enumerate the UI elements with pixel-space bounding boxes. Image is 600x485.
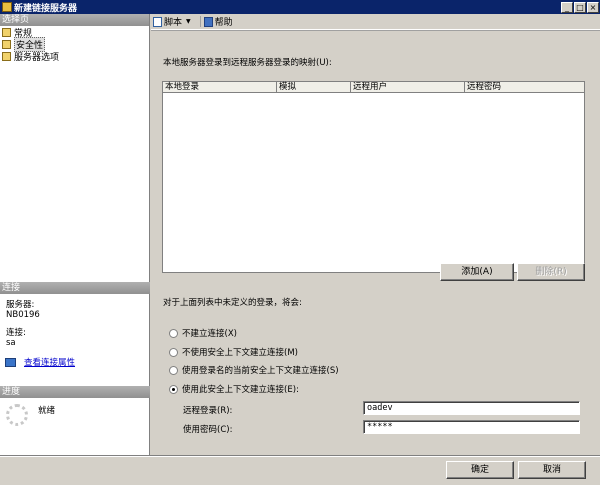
connection-label: 连接: bbox=[6, 328, 26, 338]
connection-header: 连接 bbox=[0, 282, 150, 294]
password-label: 使用密码(C): bbox=[183, 425, 233, 435]
option-current-security-context[interactable]: 使用登录名的当前安全上下文建立连接(S) bbox=[169, 364, 339, 376]
script-button[interactable]: 脚本 ▼ bbox=[153, 15, 196, 28]
server-label: 服务器: bbox=[6, 300, 35, 310]
option-no-security-context[interactable]: 不使用安全上下文建立连接(M) bbox=[169, 346, 298, 358]
page-icon bbox=[2, 27, 11, 37]
server-value: NB0196 bbox=[6, 310, 40, 320]
right-pane: 脚本 ▼ 帮助 本地服务器登录到远程服务器登录的映射(U): 本地登录 模拟 远… bbox=[151, 14, 600, 455]
radio-button[interactable] bbox=[169, 365, 178, 375]
server-icon bbox=[2, 2, 12, 12]
option-not-be-made[interactable]: 不建立连接(X) bbox=[169, 327, 237, 339]
remote-login-label: 远程登录(R): bbox=[183, 406, 233, 416]
option-label: 不使用安全上下文建立连接(M) bbox=[182, 348, 298, 358]
close-button[interactable]: × bbox=[587, 1, 599, 13]
column-header[interactable]: 远程密码 bbox=[465, 82, 584, 92]
undefined-logins-label: 对于上面列表中未定义的登录，将会: bbox=[163, 298, 302, 308]
option-this-security-context[interactable]: 使用此安全上下文建立连接(E): bbox=[169, 383, 299, 395]
dialog-footer: 确定 取消 bbox=[0, 455, 600, 485]
grid-header: 本地登录 模拟 远程用户 远程密码 bbox=[163, 82, 584, 93]
column-header[interactable]: 远程用户 bbox=[351, 82, 465, 92]
add-button[interactable]: 添加(A) bbox=[440, 263, 514, 281]
page-icon bbox=[2, 39, 11, 49]
window-title: 新建链接服务器 bbox=[14, 3, 78, 14]
option-label: 不建立连接(X) bbox=[182, 329, 237, 339]
toolbar-separator bbox=[199, 16, 201, 27]
progress-spinner-icon bbox=[6, 404, 28, 426]
progress-status: 就绪 bbox=[38, 406, 56, 416]
nav-item-label: 服务器选项 bbox=[14, 52, 60, 63]
progress-header: 进度 bbox=[0, 386, 150, 398]
left-pane: 选择页 常规 安全性 服务器选项 连接 服务器: NB0196 连接: sa 查… bbox=[0, 14, 150, 455]
password-input[interactable]: ***** bbox=[363, 420, 580, 434]
option-label: 使用此安全上下文建立连接(E): bbox=[182, 385, 299, 395]
help-icon bbox=[203, 16, 213, 27]
radio-button-checked[interactable] bbox=[169, 384, 178, 394]
progress-section: 进度 就绪 bbox=[0, 386, 150, 426]
nav-item-server-options[interactable]: 服务器选项 bbox=[0, 50, 149, 63]
login-mapping-grid[interactable]: 本地登录 模拟 远程用户 远程密码 bbox=[162, 81, 585, 273]
minimize-button[interactable]: _ bbox=[561, 1, 573, 13]
title-bar: 新建链接服务器 _ □ × bbox=[0, 0, 600, 14]
nav-item-security[interactable]: 安全性 bbox=[0, 36, 149, 52]
view-connection-properties[interactable]: 查看连接属性 bbox=[0, 356, 150, 368]
connection-value: sa bbox=[6, 338, 16, 348]
option-label: 使用登录名的当前安全上下文建立连接(S) bbox=[182, 366, 339, 376]
column-header[interactable]: 模拟 bbox=[277, 82, 351, 92]
cancel-button[interactable]: 取消 bbox=[518, 461, 586, 479]
view-connection-properties-link[interactable]: 查看连接属性 bbox=[24, 356, 75, 368]
chevron-down-icon[interactable]: ▼ bbox=[186, 18, 191, 25]
connection-info: 服务器: NB0196 连接: sa bbox=[0, 294, 150, 348]
remove-button[interactable]: 删除(R) bbox=[517, 263, 585, 281]
radio-button[interactable] bbox=[169, 328, 178, 338]
properties-icon bbox=[5, 357, 16, 367]
script-label: 脚本 bbox=[164, 18, 183, 28]
select-page-header: 选择页 bbox=[0, 14, 149, 26]
maximize-button[interactable]: □ bbox=[574, 1, 586, 13]
connection-section: 连接 服务器: NB0196 连接: sa 查看连接属性 bbox=[0, 282, 150, 368]
script-icon bbox=[153, 16, 162, 27]
toolbar: 脚本 ▼ 帮助 bbox=[151, 14, 600, 30]
remote-login-input[interactable]: oadev bbox=[363, 401, 580, 415]
column-header[interactable]: 本地登录 bbox=[163, 82, 277, 92]
page-icon bbox=[2, 51, 11, 61]
radio-button[interactable] bbox=[169, 347, 178, 357]
help-label: 帮助 bbox=[214, 18, 233, 28]
help-button[interactable]: 帮助 bbox=[203, 15, 233, 28]
ok-button[interactable]: 确定 bbox=[446, 461, 514, 479]
login-mapping-label: 本地服务器登录到远程服务器登录的映射(U): bbox=[163, 58, 332, 68]
progress-body: 就绪 bbox=[0, 398, 150, 426]
